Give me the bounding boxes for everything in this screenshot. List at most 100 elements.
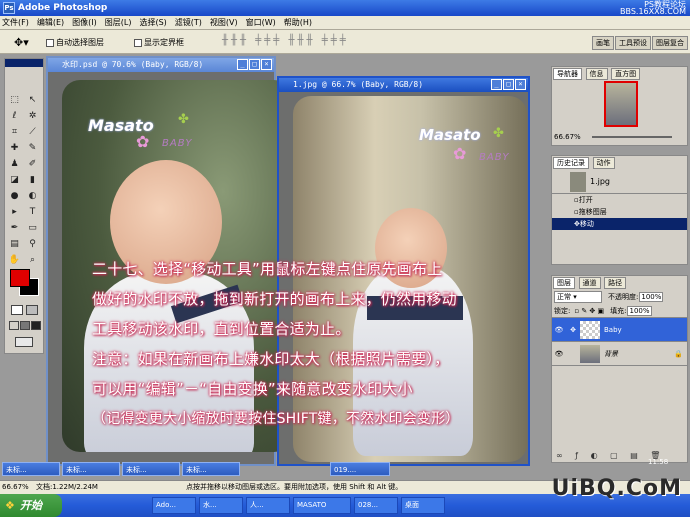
show-bounds-checkbox[interactable] [134,38,142,47]
tab-paths[interactable]: 路径 [604,277,627,289]
gradient-tool-icon[interactable]: ▮ [25,172,40,187]
notes-tool-icon[interactable]: ▤ [7,236,22,251]
move-tool-icon[interactable]: ✥▾ [14,36,29,49]
status-doc-size[interactable]: 文档:1.22M/2.24M [36,481,98,494]
taskbar-item[interactable]: 水... [199,497,243,514]
history-step[interactable]: ▫ 打开 [552,194,687,206]
menu-edit[interactable]: 编辑(E) [37,17,64,28]
menu-layer[interactable]: 图层(L) [105,17,132,28]
eraser-tool-icon[interactable]: ◪ [7,172,22,187]
crop-tool-icon[interactable]: ⌗ [7,124,22,139]
tab-info[interactable]: 信息 [585,68,608,80]
move-link-icon[interactable]: ✥ [566,326,580,334]
screen-mode-3-icon[interactable] [31,321,41,330]
auto-select-checkbox[interactable] [46,38,54,47]
photoshop-app-icon: Ps [3,2,15,14]
eye-icon[interactable]: 👁 [552,326,566,334]
quickmask-mode-icon[interactable] [26,305,38,315]
layer-row-background[interactable]: 👁 背景 🔒 [552,342,687,366]
lasso-tool-icon[interactable]: ℓ [7,108,22,123]
shape-tool-icon[interactable]: ▭ [25,220,40,235]
show-bounds-option[interactable]: 显示定界框 [134,37,184,48]
jump-to-imageready-icon[interactable] [15,337,33,347]
taskbar-item[interactable]: 桌面 [401,497,445,514]
type-tool-icon[interactable]: T [25,204,40,219]
toolbox-header[interactable] [5,59,43,67]
minimized-doc[interactable]: 未标... [2,462,60,476]
eye-icon[interactable]: 👁 [552,350,566,358]
menu-view[interactable]: 视图(V) [210,17,238,28]
auto-select-option[interactable]: 自动选择图层 [46,37,104,48]
taskbar-item[interactable]: MASATO [293,497,351,514]
menu-file[interactable]: 文件(F) [2,17,29,28]
lock-icons[interactable]: ▫ ✎ ✥ ▣ [574,307,604,315]
menu-help[interactable]: 帮助(H) [284,17,312,28]
blend-mode-select[interactable]: 正常 ▾ [554,291,602,303]
tab-history[interactable]: 历史记录 [553,157,589,169]
magic-wand-icon[interactable]: ✲ [25,108,40,123]
minimize-icon[interactable]: _ [491,79,502,90]
minimized-doc[interactable]: 未标... [182,462,240,476]
menu-image[interactable]: 图像(I) [72,17,97,28]
status-zoom[interactable]: 66.67% [2,481,29,494]
tab-actions[interactable]: 动作 [592,157,615,169]
marquee-tool-icon[interactable]: ⬚ [7,92,22,107]
start-button[interactable]: ❖ 开始 [0,494,62,517]
history-step-active[interactable]: ✥ 移动 [552,218,687,230]
taskbar-item[interactable]: Ado... [152,497,196,514]
foreground-color-swatch[interactable] [10,269,30,287]
menu-select[interactable]: 选择(S) [139,17,166,28]
forum-url: BBS.16XX8.COM [619,7,686,16]
screen-mode-2-icon[interactable] [20,321,30,330]
minimize-icon[interactable]: _ [237,59,248,70]
layer-row-baby[interactable]: 👁 ✥ Baby [552,318,687,342]
history-step[interactable]: ▫ 拖移图层 [552,206,687,218]
maximize-icon[interactable]: □ [249,59,260,70]
blur-tool-icon[interactable]: ● [7,188,22,203]
screen-mode-1-icon[interactable] [9,321,19,330]
move-tool-icon[interactable]: ↖ [25,92,40,107]
layer-name[interactable]: Baby [604,326,622,334]
taskbar-item[interactable]: 人... [246,497,290,514]
navigator-thumbnail[interactable] [604,81,638,127]
navigator-zoom[interactable]: 66.67% [554,133,581,141]
minimized-doc[interactable]: 未标... [62,462,120,476]
fill-input[interactable]: 100% [627,305,652,316]
brush-tool-icon[interactable]: ✎ [25,140,40,155]
history-brush-icon[interactable]: ✐ [25,156,40,171]
tab-navigator[interactable]: 导航器 [553,68,582,80]
pen-tool-icon[interactable]: ✒ [7,220,22,235]
dodge-tool-icon[interactable]: ◐ [25,188,40,203]
standard-mode-icon[interactable] [11,305,23,315]
tab-brushes[interactable]: 画笔 [592,36,614,50]
document-2-titlebar[interactable]: 1.jpg @ 66.7% (Baby, RGB/8) _ □ × [279,78,528,92]
close-icon[interactable]: × [261,59,272,70]
layer-name[interactable]: 背景 [604,349,618,359]
healing-brush-icon[interactable]: ✚ [7,140,22,155]
tab-layer-comps[interactable]: 图层复合 [652,36,688,50]
tab-tool-presets[interactable]: 工具预设 [615,36,651,50]
menu-window[interactable]: 窗口(W) [246,17,276,28]
stamp-tool-icon[interactable]: ♟ [7,156,22,171]
watermark-brand-moved[interactable]: Masato [419,126,481,144]
document-1-titlebar[interactable]: 水印.psd @ 70.6% (Baby, RGB/8) _ □ × [48,58,274,72]
minimized-doc[interactable]: 019.... [330,462,390,476]
tab-layers[interactable]: 图层 [553,277,575,289]
tab-channels[interactable]: 通道 [578,277,601,289]
maximize-icon[interactable]: □ [503,79,514,90]
align-buttons-icon[interactable]: ╫╫╫ ╪╪╪ ╫╫╫ ╪╪╪ [222,35,349,46]
hand-tool-icon[interactable]: ✋ [7,252,22,267]
menu-filter[interactable]: 滤镜(T) [175,17,202,28]
taskbar-item[interactable]: 028... [354,497,398,514]
path-select-icon[interactable]: ▸ [7,204,22,219]
slice-tool-icon[interactable]: ⟋ [25,124,40,139]
eyedropper-icon[interactable]: ⚲ [25,236,40,251]
history-snapshot-label: 1.jpg [590,177,611,186]
opacity-input[interactable]: 100% [639,292,664,302]
tab-histogram[interactable]: 直方图 [611,68,641,80]
zoom-tool-icon[interactable]: ⌕ [25,252,40,267]
minimized-doc[interactable]: 未标... [122,462,180,476]
close-icon[interactable]: × [515,79,526,90]
navigator-zoom-slider[interactable] [592,136,672,138]
history-snapshot[interactable]: 1.jpg [552,170,687,194]
